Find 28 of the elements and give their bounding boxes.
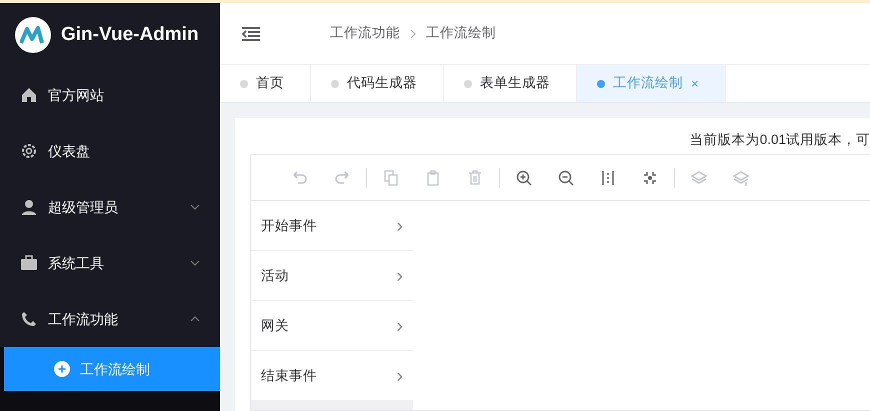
menu-icon[interactable] — [242, 26, 260, 40]
status-dot-icon — [331, 80, 339, 88]
menu-item[interactable]: 工作流功能 — [0, 291, 220, 347]
version-notice: 当前版本为0.01试用版本，可 — [690, 131, 870, 149]
palette-group[interactable]: 网关 › — [251, 301, 413, 350]
menu-item[interactable]: 官方网站 — [0, 67, 220, 123]
menu-item[interactable]: 超级管理员 — [0, 179, 220, 235]
gear-icon — [20, 142, 38, 160]
chevron-right-icon — [410, 28, 416, 38]
status-dot-icon — [597, 80, 605, 88]
breadcrumb-item[interactable]: 工作流绘制 — [426, 23, 496, 44]
zoom-out-icon[interactable] — [557, 168, 575, 187]
phone-icon — [20, 310, 38, 328]
palette-group[interactable]: 开始事件 › — [251, 201, 413, 250]
status-dot-icon — [464, 80, 472, 88]
user-icon — [20, 198, 38, 216]
breadcrumb-item[interactable]: 工作流功能 — [330, 23, 400, 44]
zoom-in-icon[interactable] — [515, 168, 533, 187]
menu-item[interactable]: 系统工具 — [0, 235, 220, 291]
home-icon — [20, 86, 38, 104]
menu-item[interactable]: 仪表盘 — [0, 123, 220, 179]
status-dot-icon — [240, 80, 248, 88]
palette-group[interactable]: 活动 › — [251, 251, 413, 300]
palette-group[interactable]: 结束事件 › — [251, 351, 413, 400]
briefcase-icon — [20, 254, 38, 272]
plus-circle-icon — [54, 361, 70, 377]
app-title: Gin-Vue-Admin — [61, 22, 199, 47]
logo-icon — [15, 17, 51, 53]
